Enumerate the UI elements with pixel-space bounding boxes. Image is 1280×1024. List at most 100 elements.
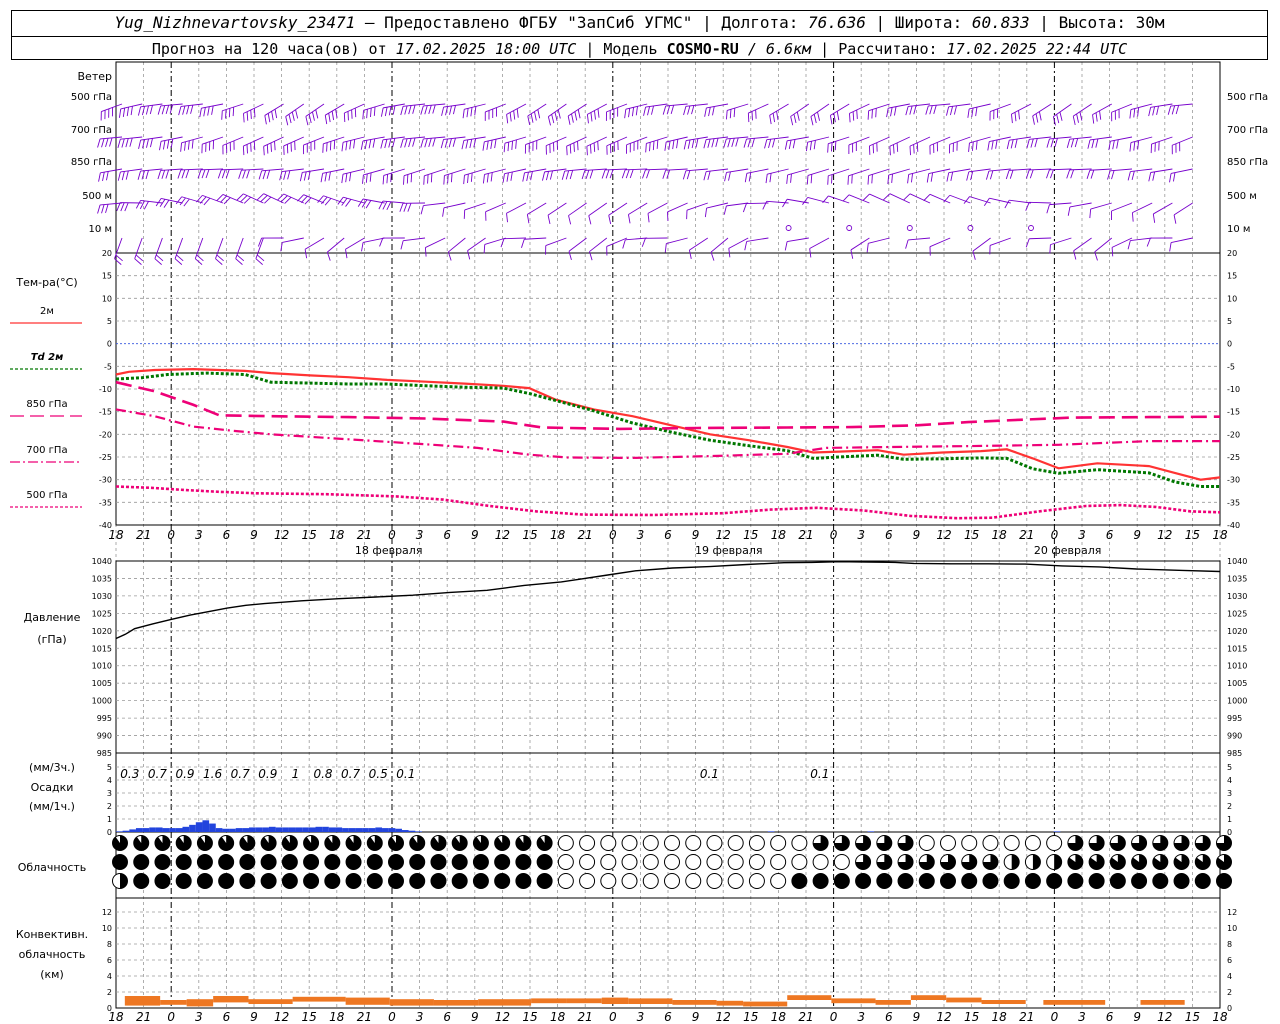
cloud-cover-symbol [133, 854, 150, 870]
cloud-symbol-circle [451, 873, 468, 889]
cloud-cover-symbol [557, 873, 574, 889]
wind-barb-feather [708, 107, 711, 117]
cloud-symbol-circle [961, 835, 978, 851]
wind-barb-10m [589, 237, 608, 261]
wind-barb-staff [584, 168, 607, 171]
precip-3h-sum: 1 [292, 767, 300, 781]
wind-barb-feather [605, 169, 610, 179]
precip-tick-left: 0 [107, 828, 112, 837]
precip-bar [169, 828, 176, 832]
pressure-tick-right: 1000 [1227, 697, 1247, 706]
wind-barb-feather [114, 258, 122, 265]
cloud-cover-symbol [727, 854, 744, 870]
cloud-cover-symbol [1088, 835, 1105, 851]
cloud-cover-symbol [260, 854, 277, 870]
cloud-cover-symbol [451, 873, 468, 889]
convective-bar [628, 998, 673, 1004]
wind-barb-feather [890, 107, 893, 117]
wind-barb-feather [635, 106, 638, 116]
wind-barb-feather [400, 106, 404, 116]
cloud-cover-symbol [154, 873, 171, 889]
wind-barb-feather [703, 171, 707, 181]
wind-barb-700hpa [180, 136, 203, 152]
wind-barb-feather [711, 138, 715, 148]
wind-barb-staff [567, 103, 587, 117]
wind-barb-500hpa [1052, 103, 1072, 126]
wind-barb-feather [361, 242, 364, 252]
wind-calm-circle [846, 225, 853, 231]
wind-barb-staff [140, 136, 163, 141]
convective-bar [160, 1000, 187, 1005]
cloud-cover-symbol [239, 835, 256, 851]
wind-barb-feather [503, 143, 506, 153]
wind-barb-500hpa [810, 103, 830, 126]
wind-barb-feather [328, 171, 331, 181]
cloud-cover-symbol [770, 873, 787, 889]
wind-barb-700hpa [805, 136, 830, 152]
wind-calm-circle [906, 225, 913, 231]
wind-barb-feather [646, 169, 650, 179]
wind-barb-feather [1127, 240, 1131, 250]
wind-barb-feather [176, 254, 184, 262]
pressure-tick-right: 985 [1227, 749, 1242, 758]
wind-barb-staff [969, 103, 991, 110]
wind-barb-feather [199, 108, 202, 118]
wind-barb-850hpa [786, 168, 809, 184]
wind-barb-feather [723, 138, 727, 148]
temp-legend-label: Td 2м [31, 352, 64, 363]
wind-barb-staff [1049, 168, 1072, 171]
pressure-tick-left: 1030 [92, 592, 112, 601]
wind-barb-staff [281, 168, 304, 172]
wind-barb-staff [235, 237, 244, 259]
time-tick-label: 12 [495, 528, 510, 542]
wind-barb-feather [341, 142, 344, 152]
wind-barb-staff [202, 194, 224, 204]
wind-barb-feather [382, 175, 385, 185]
wind-barb-staff [1130, 103, 1153, 110]
wind-barb-feather [943, 194, 951, 203]
cloud-cover-symbol [876, 835, 893, 851]
wind-barb-feather [364, 140, 368, 150]
pressure-tick-left: 1005 [92, 679, 112, 688]
wind-barb-feather [486, 173, 489, 183]
cloud-cover-symbol [1088, 854, 1105, 870]
wind-barb-feather [903, 193, 911, 201]
wind-barb-staff [174, 237, 184, 259]
wind-barb-feather [287, 170, 291, 180]
cloud-cover-symbol [112, 873, 128, 889]
cloud-cover-symbol [621, 835, 638, 851]
wind-barb-feather [448, 138, 452, 148]
wind-barb-500hpa [243, 103, 264, 123]
bottom-time-tick-label: 9 [692, 1010, 700, 1024]
cloud-cover-symbol [366, 854, 383, 870]
wind-barb-staff [282, 237, 304, 243]
cloud-symbol-circle [940, 873, 956, 889]
time-tick-label: 21 [1019, 528, 1034, 542]
wind-barb-feather [707, 170, 711, 180]
wind-barb-700hpa [263, 136, 284, 156]
pressure-tick-right: 1030 [1227, 592, 1247, 601]
precip-bar [222, 828, 230, 832]
convective-bar [566, 998, 602, 1004]
wind-barb-feather [790, 116, 794, 126]
wind-barb-staff [1170, 103, 1193, 107]
wind-barb-staff [1111, 202, 1133, 212]
cloud-symbol-circle [706, 854, 723, 870]
precip-bar [375, 827, 383, 832]
wind-barb-feather [412, 104, 416, 114]
wind-calm-circle [785, 225, 792, 231]
conv-tick-right: 12 [1227, 908, 1237, 917]
wind-barb-feather [470, 172, 473, 182]
wind-barb-feather [121, 171, 125, 181]
wind-barb-staff [586, 136, 607, 147]
wind-barb-staff [342, 168, 365, 175]
bottom-time-tick-label: 12 [1157, 1010, 1172, 1024]
wind-barb-feather [1014, 138, 1018, 148]
wind-barb-feather [143, 201, 149, 210]
wind-barb-staff [1173, 202, 1193, 216]
wind-barb-feather [1029, 169, 1034, 179]
wind-barb-staff [304, 237, 325, 250]
precip-bar [195, 822, 203, 832]
wind-barb-feather [831, 174, 833, 184]
precip-bar [342, 828, 349, 832]
